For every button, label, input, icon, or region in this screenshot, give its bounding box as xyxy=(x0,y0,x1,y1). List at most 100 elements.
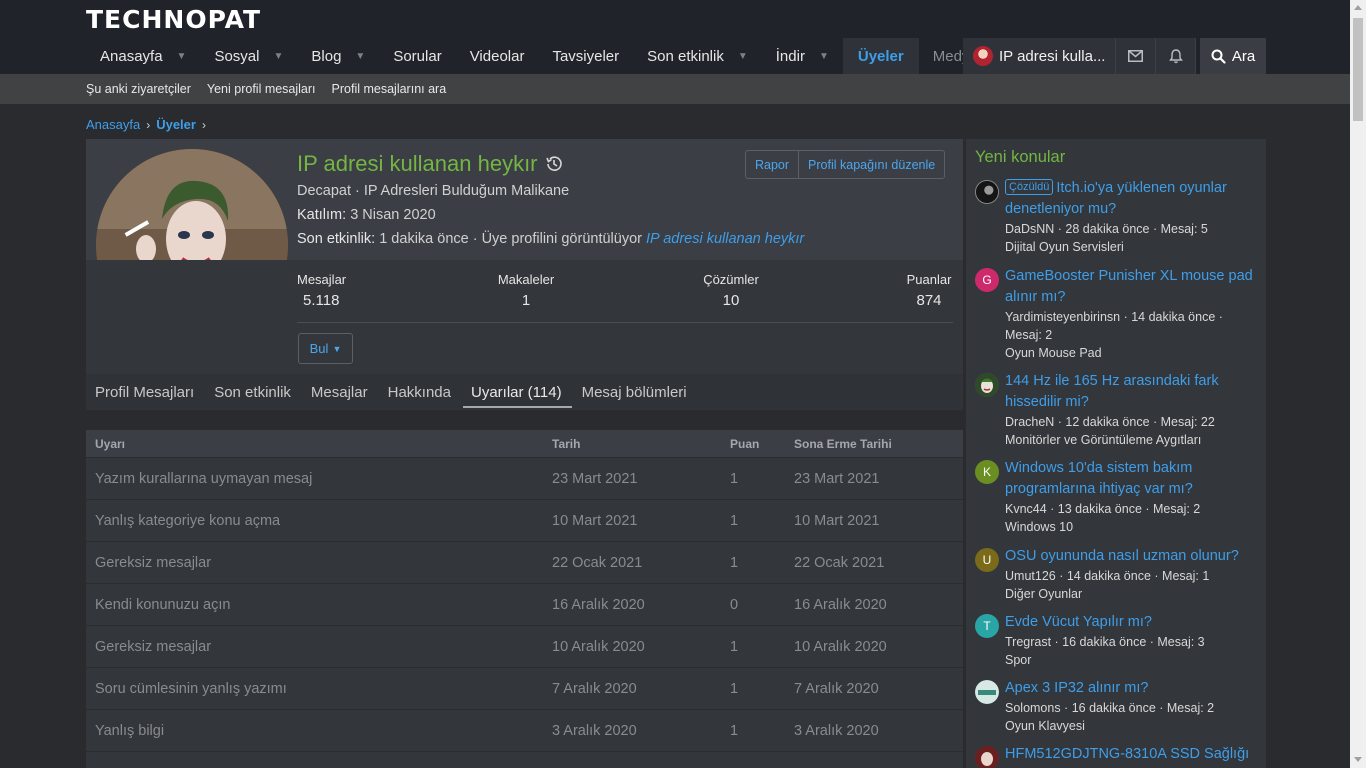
chevron-down-icon[interactable]: ▼ xyxy=(355,51,365,62)
warning-title[interactable]: Yazım kurallarına uymayan mesaj xyxy=(86,471,552,487)
thread-meta: Solomons · 16 dakika önce · Mesaj: 2 xyxy=(1005,701,1215,715)
avatar[interactable] xyxy=(975,373,999,397)
thread-title[interactable]: HFM512GDJTNG-8310A SSD Sağlığı xyxy=(1005,744,1260,765)
site-header: TECHNOPAT Anasayfa ▼ Sosyal ▼ Blog ▼ Sorula… xyxy=(0,0,1350,74)
tab-posts[interactable]: Mesajlar xyxy=(311,374,378,410)
nav-item-videolar[interactable]: Videolar xyxy=(456,38,539,74)
avatar[interactable]: K xyxy=(975,460,999,484)
stat-points[interactable]: Puanlar 874 xyxy=(903,272,955,309)
account-button[interactable]: IP adresi kulla... xyxy=(963,38,1117,74)
table-row[interactable]: Soru cümlesinin yanlış yazımı 7 Aralık 2… xyxy=(86,667,963,709)
thread-title[interactable]: Çözüldü Itch.io'ya yüklenen oyunlar denet… xyxy=(1005,178,1260,220)
profile-stats: Mesajlar 5.118 Makaleler 1 Çözümler 10 P… xyxy=(86,260,963,374)
nav-item-sosyal[interactable]: Sosyal ▼ xyxy=(200,38,297,74)
avatar[interactable]: G xyxy=(975,268,999,292)
tab-profile-posts[interactable]: Profil Mesajları xyxy=(95,374,204,410)
tab-message-sections[interactable]: Mesaj bölümleri xyxy=(582,374,697,410)
site-logo[interactable]: TECHNOPAT xyxy=(86,5,261,34)
table-row[interactable] xyxy=(86,751,963,768)
warning-title[interactable]: Gereksiz mesajlar xyxy=(86,639,552,655)
find-button[interactable]: Bul ▼ xyxy=(298,333,353,364)
nav-label: Son etkinlik xyxy=(647,47,724,65)
scrollbar-thumb[interactable] xyxy=(1353,18,1363,121)
thread-title[interactable]: 144 Hz ile 165 Hz arasındaki fark hissed… xyxy=(1005,371,1260,413)
table-row[interactable]: Gereksiz mesajlar 10 Aralık 2020 1 10 Ar… xyxy=(86,625,963,667)
thread-meta: Kvnc44 · 13 dakika önce · Mesaj: 2 xyxy=(1005,502,1201,516)
nav-item-blog[interactable]: Blog ▼ xyxy=(297,38,379,74)
table-row[interactable]: Gereksiz mesajlar 22 Ocak 2021 1 22 Ocak… xyxy=(86,541,963,583)
page-scrollbar[interactable] xyxy=(1350,0,1366,768)
chevron-down-icon[interactable]: ▼ xyxy=(738,51,748,62)
scroll-up-icon[interactable] xyxy=(1354,5,1362,10)
nav-item-sorular[interactable]: Sorular xyxy=(379,38,455,74)
thread-title[interactable]: Apex 3 IP32 alınır mı? xyxy=(1005,678,1260,699)
avatar[interactable]: U xyxy=(975,548,999,572)
warning-expiry: 23 Mart 2021 xyxy=(794,470,880,487)
thread-forum[interactable]: Oyun Mouse Pad xyxy=(1005,344,1260,362)
nav-item-tavsiyeler[interactable]: Tavsiyeler xyxy=(538,38,633,74)
subnav-new-profile-posts[interactable]: Yeni profil mesajları xyxy=(207,82,316,96)
warning-expiry: 7 Aralık 2020 xyxy=(794,680,879,697)
warning-title[interactable]: Soru cümlesinin yanlış yazımı xyxy=(86,681,552,697)
thread-title[interactable]: Windows 10'da sistem bakım programlarına… xyxy=(1005,458,1260,500)
subnav-current-visitors[interactable]: Şu anki ziyaretçiler xyxy=(86,82,191,96)
stat-value: 874 xyxy=(916,292,942,309)
chevron-down-icon[interactable]: ▼ xyxy=(273,51,283,62)
nav-item-uyeler[interactable]: Üyeler xyxy=(842,38,919,74)
nav-label: İndir xyxy=(775,47,805,65)
warning-title[interactable]: Gereksiz mesajlar xyxy=(86,555,552,571)
warning-title[interactable]: Yanlış bilgi xyxy=(86,723,552,739)
avatar[interactable] xyxy=(975,680,999,704)
stat-solutions[interactable]: Çözümler 10 xyxy=(699,272,763,309)
thread-forum[interactable]: Dijital Oyun Servisleri xyxy=(1005,238,1260,256)
tab-about[interactable]: Hakkında xyxy=(388,374,461,410)
table-row[interactable]: Yanlış bilgi 3 Aralık 2020 1 3 Aralık 20… xyxy=(86,709,963,751)
avatar[interactable] xyxy=(975,746,999,768)
bell-icon[interactable] xyxy=(1156,38,1197,74)
report-button[interactable]: Rapor xyxy=(746,151,798,178)
thread-title[interactable]: GameBooster Punisher XL mouse pad alınır… xyxy=(1005,266,1260,308)
envelope-icon[interactable] xyxy=(1116,38,1157,74)
thread-forum[interactable]: Spor xyxy=(1005,651,1260,669)
avatar[interactable] xyxy=(975,180,999,204)
breadcrumb-home[interactable]: Anasayfa xyxy=(86,117,140,132)
column-header-points: Puan xyxy=(730,436,760,451)
stat-label: Makaleler xyxy=(497,272,555,287)
find-label: Bul xyxy=(309,341,329,356)
thread-forum[interactable]: Windows 10 xyxy=(1005,518,1260,536)
nav-item-son-etkinlik[interactable]: Son etkinlik ▼ xyxy=(633,38,762,74)
nav-item-indir[interactable]: İndir ▼ xyxy=(762,38,843,74)
warning-points: 1 xyxy=(730,638,739,655)
table-row[interactable]: Yanlış kategoriye konu açma 10 Mart 2021… xyxy=(86,499,963,541)
chevron-down-icon[interactable]: ▼ xyxy=(177,51,187,62)
breadcrumb-members[interactable]: Üyeler xyxy=(156,117,196,132)
warning-expiry: 22 Ocak 2021 xyxy=(794,554,885,571)
chevron-right-icon: › xyxy=(201,117,206,132)
avatar[interactable]: T xyxy=(975,614,999,638)
profile-name-text: IP adresi kullanan heykır xyxy=(297,151,538,176)
thread-forum[interactable]: Monitörler ve Görüntüleme Aygıtları xyxy=(1005,431,1260,449)
thread-title[interactable]: OSU oyununda nasıl uzman olunur? xyxy=(1005,546,1260,567)
warning-title[interactable]: Kendi konunuzu açın xyxy=(86,597,552,613)
stat-articles[interactable]: Makaleler 1 xyxy=(496,272,556,309)
tab-latest-activity[interactable]: Son etkinlik xyxy=(214,374,301,410)
edit-cover-button[interactable]: Profil kapağını düzenle xyxy=(798,151,944,178)
stat-messages[interactable]: Mesajlar 5.118 xyxy=(297,272,346,309)
divider xyxy=(297,322,953,323)
nav-item-anasayfa[interactable]: Anasayfa ▼ xyxy=(86,38,200,74)
warning-title[interactable]: Yanlış kategoriye konu açma xyxy=(86,513,552,529)
activity-link[interactable]: IP adresi kullanan heykır xyxy=(646,231,804,247)
chevron-down-icon[interactable]: ▼ xyxy=(819,51,829,62)
history-icon[interactable] xyxy=(544,154,564,174)
tab-warnings[interactable]: Uyarılar (114) xyxy=(463,374,572,410)
table-row[interactable]: Kendi konunuzu açın 16 Aralık 2020 0 16 … xyxy=(86,583,963,625)
scroll-down-icon[interactable] xyxy=(1354,757,1362,762)
stat-value: 5.118 xyxy=(303,292,340,309)
thread-title[interactable]: Evde Vücut Yapılır mı? xyxy=(1005,612,1260,633)
table-row[interactable]: Yazım kurallarına uymayan mesaj 23 Mart … xyxy=(86,457,963,499)
warning-expiry: 16 Aralık 2020 xyxy=(794,596,887,613)
thread-forum[interactable]: Oyun Klavyesi xyxy=(1005,717,1260,735)
search-button[interactable]: Ara xyxy=(1200,38,1266,74)
subnav-search-profile-posts[interactable]: Profil mesajlarını ara xyxy=(332,82,447,96)
thread-forum[interactable]: Diğer Oyunlar xyxy=(1005,585,1260,603)
